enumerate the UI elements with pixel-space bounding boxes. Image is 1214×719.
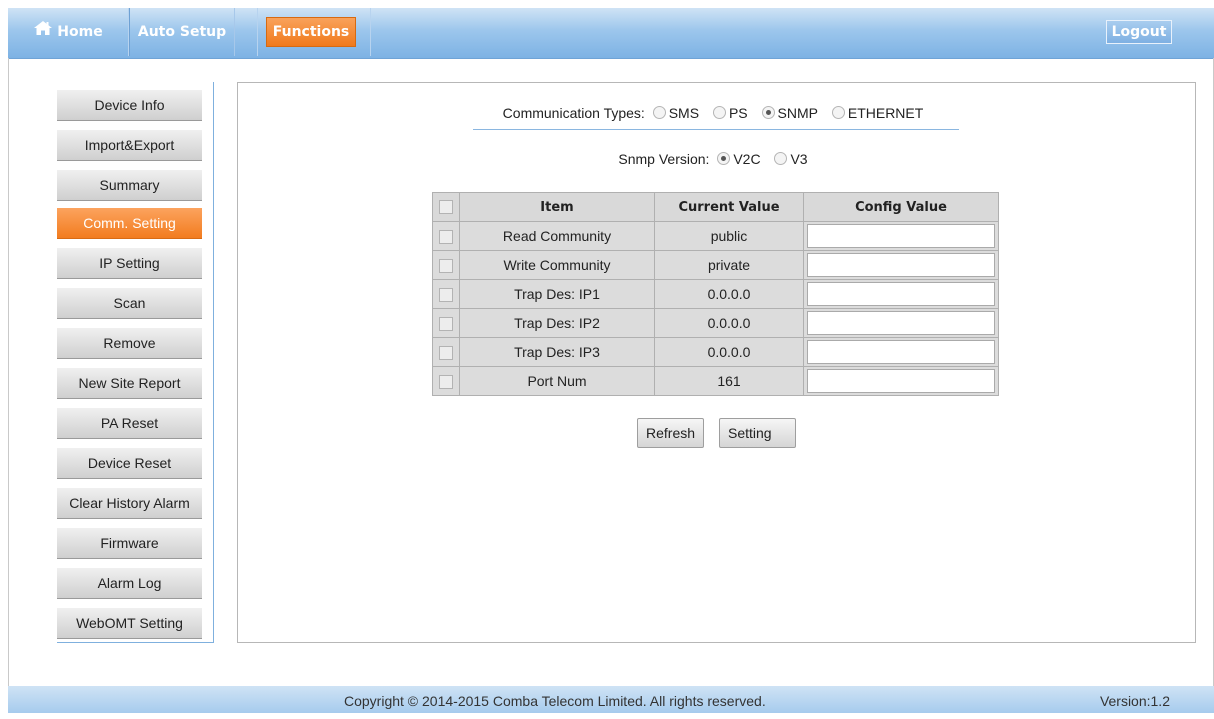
row-checkbox-cell [432, 366, 460, 396]
radio-snmp-label: SNMP [777, 105, 818, 121]
row-item: Port Num [459, 366, 655, 396]
setting-button[interactable]: Setting [719, 418, 796, 448]
row-config-cell [803, 221, 999, 251]
row-checkbox[interactable] [439, 317, 453, 332]
row-item: Write Community [459, 250, 655, 280]
sidebar-item-comm-setting[interactable]: Comm. Setting [57, 208, 202, 239]
row-current-value: public [654, 221, 804, 251]
row-config-cell [803, 250, 999, 280]
main-panel: Communication Types: SMS PS SNMP ETHERNE… [237, 82, 1196, 643]
row-current-value: 0.0.0.0 [654, 337, 804, 367]
communication-types-label: Communication Types: [502, 105, 645, 121]
row-config-cell [803, 366, 999, 396]
radio-ps[interactable] [712, 106, 726, 119]
row-config-cell [803, 337, 999, 367]
table-row: Read Community public [432, 221, 999, 251]
nav-functions-wrap: Functions [257, 8, 371, 56]
snmp-version-row: Snmp Version: V2C V3 [473, 151, 959, 167]
header-config-value: Config Value [803, 192, 999, 222]
row-current-value: private [654, 250, 804, 280]
sidebar-item-clear-history-alarm[interactable]: Clear History Alarm [57, 488, 202, 519]
config-value-input[interactable] [807, 253, 995, 277]
row-item: Read Community [459, 221, 655, 251]
logout-button[interactable]: Logout [1106, 20, 1172, 44]
radio-v3-label: V3 [790, 151, 808, 167]
table-row: Trap Des: IP3 0.0.0.0 [432, 337, 999, 367]
header-select-all-cell [432, 192, 460, 222]
row-checkbox[interactable] [439, 375, 453, 390]
config-value-input[interactable] [807, 282, 995, 306]
sidebar-item-summary[interactable]: Summary [57, 170, 202, 201]
snmp-version-label: Snmp Version: [618, 151, 710, 167]
row-checkbox-cell [432, 250, 460, 280]
row-current-value: 0.0.0.0 [654, 308, 804, 338]
radio-v2c[interactable] [717, 152, 731, 165]
row-checkbox-cell [432, 221, 460, 251]
radio-ethernet-label: ETHERNET [847, 105, 924, 121]
sidebar-item-scan[interactable]: Scan [57, 288, 202, 319]
sidebar-item-pa-reset[interactable]: PA Reset [57, 408, 202, 439]
header-item: Item [459, 192, 655, 222]
sidebar-item-remove[interactable]: Remove [57, 328, 202, 359]
sidebar-item-new-site-report[interactable]: New Site Report [57, 368, 202, 399]
header-current-value: Current Value [654, 192, 804, 222]
version-text: Version:1.2 [1099, 693, 1170, 709]
nav-home-tab[interactable]: Home [8, 8, 129, 56]
sidebar-item-ip-setting[interactable]: IP Setting [57, 248, 202, 279]
radio-sms[interactable] [652, 106, 666, 119]
select-all-checkbox[interactable] [439, 200, 453, 214]
sidebar-item-device-info[interactable]: Device Info [57, 90, 202, 121]
row-checkbox[interactable] [439, 288, 453, 303]
table-row: Port Num 161 [432, 366, 999, 396]
config-value-input[interactable] [807, 311, 995, 335]
sidebar-item-alarm-log[interactable]: Alarm Log [57, 568, 202, 599]
row-config-cell [803, 308, 999, 338]
footer: Copyright © 2014-2015 Comba Telecom Limi… [8, 686, 1214, 713]
refresh-button[interactable]: Refresh [637, 418, 705, 448]
config-value-input[interactable] [807, 340, 995, 364]
row-checkbox[interactable] [439, 230, 453, 245]
sidebar: Device Info Import&Export Summary Comm. … [57, 82, 214, 643]
top-nav-bar: Home Auto Setup Functions Logout [8, 8, 1214, 59]
nav-auto-setup-tab[interactable]: Auto Setup [129, 8, 235, 56]
sidebar-item-device-reset[interactable]: Device Reset [57, 448, 202, 479]
row-item: Trap Des: IP3 [459, 337, 655, 367]
row-item: Trap Des: IP1 [459, 279, 655, 309]
row-checkbox-cell [432, 337, 460, 367]
row-checkbox-cell [432, 279, 460, 309]
sidebar-item-firmware[interactable]: Firmware [57, 528, 202, 559]
row-config-cell [803, 279, 999, 309]
communication-types-row: Communication Types: SMS PS SNMP ETHERNE… [473, 105, 959, 130]
row-current-value: 0.0.0.0 [654, 279, 804, 309]
table-row: Trap Des: IP2 0.0.0.0 [432, 308, 999, 338]
table-row: Trap Des: IP1 0.0.0.0 [432, 279, 999, 309]
home-icon [33, 8, 53, 56]
snmp-config-table: Item Current Value Config Value Read Com… [432, 192, 999, 396]
radio-sms-label: SMS [668, 105, 700, 121]
table-header-row: Item Current Value Config Value [432, 192, 999, 222]
radio-v3[interactable] [774, 152, 788, 165]
row-checkbox[interactable] [439, 259, 453, 274]
config-value-input[interactable] [807, 369, 995, 393]
radio-ethernet[interactable] [831, 106, 845, 119]
copyright-text: Copyright © 2014-2015 Comba Telecom Limi… [344, 693, 766, 709]
table-row: Write Community private [432, 250, 999, 280]
nav-home-label: Home [57, 24, 103, 40]
radio-snmp[interactable] [761, 106, 775, 119]
row-checkbox[interactable] [439, 346, 453, 361]
nav-functions-tab[interactable]: Functions [266, 17, 356, 47]
sidebar-item-webomt-setting[interactable]: WebOMT Setting [57, 608, 202, 639]
row-current-value: 161 [654, 366, 804, 396]
row-item: Trap Des: IP2 [459, 308, 655, 338]
row-checkbox-cell [432, 308, 460, 338]
sidebar-item-import-export[interactable]: Import&Export [57, 130, 202, 161]
radio-v2c-label: V2C [733, 151, 761, 167]
radio-ps-label: PS [728, 105, 748, 121]
config-value-input[interactable] [807, 224, 995, 248]
